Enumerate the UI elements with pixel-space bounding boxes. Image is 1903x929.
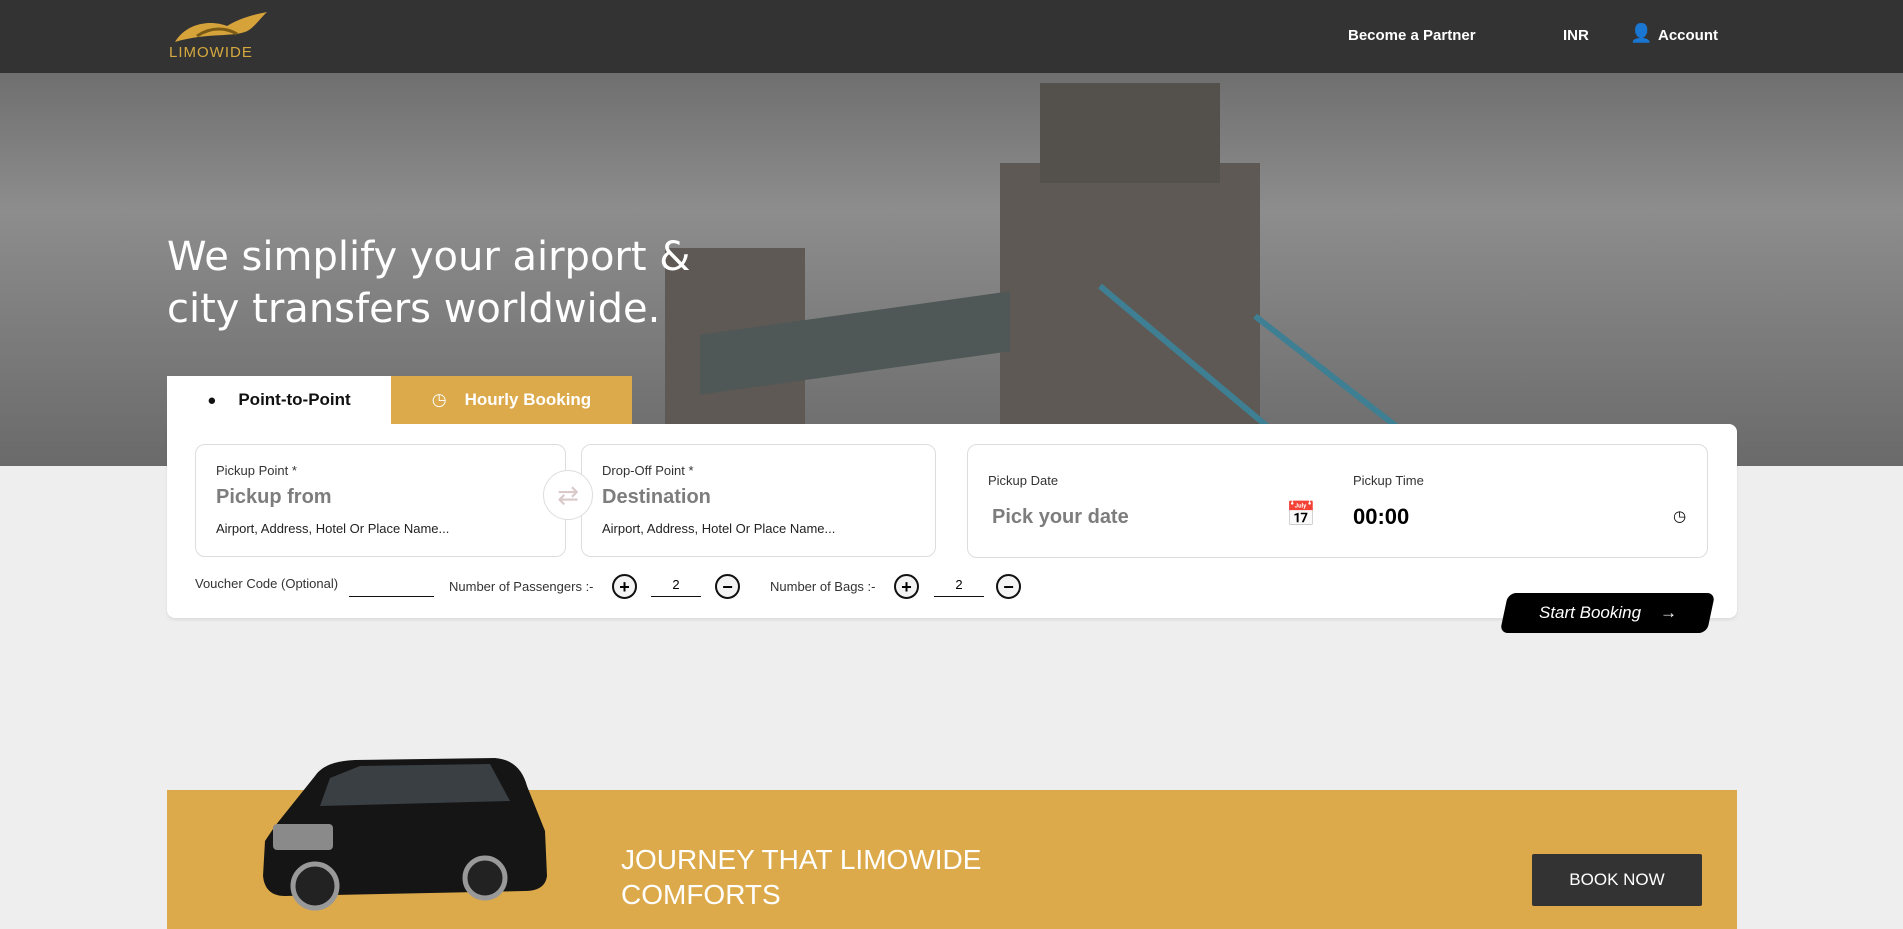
logo-car-icon [175,12,267,42]
passengers-label: Number of Passengers :- [449,579,594,594]
voucher-label: Voucher Code (Optional) [195,576,339,591]
dropoff-hint: Airport, Address, Hotel Or Place Name... [602,521,836,536]
bridge-cable [1253,313,1415,442]
clock-icon[interactable]: ◷ [1673,507,1686,525]
currency-selector[interactable]: INR [1563,27,1589,44]
start-booking-button[interactable]: Start Booking → [1499,593,1716,633]
swap-locations-button[interactable]: ⇄ [543,470,593,520]
date-time-field: Pickup Date Pick your date 📅 Pickup Time… [967,444,1708,558]
suv-car-image [263,758,547,911]
bags-decrease-button[interactable]: − [996,574,1021,599]
user-icon: 👤 [1630,23,1653,43]
voucher-input[interactable] [349,577,434,597]
pickup-time-input[interactable]: 00:00 [1353,504,1409,530]
arrow-right-icon: → [1659,603,1677,622]
clock-icon: ◷ [431,390,447,409]
tab-label: Point-to-Point [238,390,351,409]
banner-headline: JOURNEY THAT LIMOWIDE COMFORTS [621,844,982,910]
pickup-label: Pickup Point * [216,463,297,478]
book-now-button[interactable]: BOOK NOW [1532,854,1702,906]
limowide-logo[interactable]: LIMOWIDE [167,12,273,62]
passengers-decrease-button[interactable]: − [715,574,740,599]
become-partner-link[interactable]: Become a Partner [1348,27,1476,44]
start-booking-label: Start Booking [1538,603,1641,622]
tab-hourly-booking[interactable]: ◷ Hourly Booking [391,376,632,424]
passengers-input[interactable]: 2 [651,577,701,597]
dropoff-field[interactable]: Drop-Off Point * Destination Airport, Ad… [581,444,936,557]
passengers-increase-button[interactable]: + [612,574,637,599]
account-link[interactable]: Account [1658,27,1718,44]
tab-label: Hourly Booking [464,390,592,409]
dropoff-input[interactable]: Destination [602,486,711,509]
pickup-field[interactable]: Pickup Point * Pickup from Airport, Addr… [195,444,566,557]
calendar-icon[interactable]: 📅 [1286,500,1316,529]
bags-increase-button[interactable]: + [894,574,919,599]
hero-headline: We simplify your airport & city transfers… [167,234,691,332]
map-pin-icon: ● [207,391,217,409]
bags-input[interactable]: 2 [934,577,984,597]
pickup-hint: Airport, Address, Hotel Or Place Name... [216,521,450,536]
pickup-date-input[interactable]: Pick your date [992,506,1129,529]
dropoff-label: Drop-Off Point * [602,463,694,478]
tower-top [1040,83,1220,183]
pickup-date-label: Pickup Date [988,473,1059,488]
swap-arrows-icon: ⇄ [557,479,579,510]
top-nav: LIMOWIDE Become a Partner INR 👤 Account [0,0,1903,73]
pickup-time-label: Pickup Time [1353,473,1424,488]
tab-point-to-point[interactable]: ● Point-to-Point [167,376,391,424]
bags-label: Number of Bags :- [770,579,876,594]
pickup-input[interactable]: Pickup from [216,486,332,509]
